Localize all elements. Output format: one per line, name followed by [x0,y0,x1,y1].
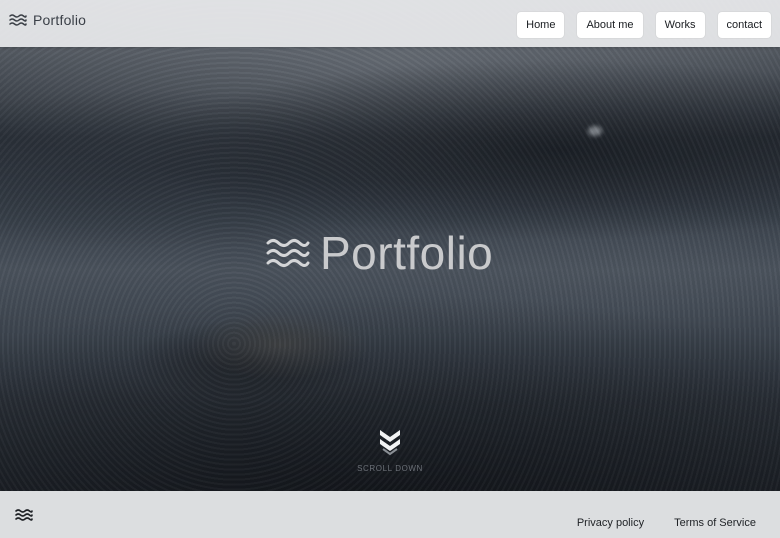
main-nav: Home About me Works contact [517,12,771,38]
waves-icon [266,239,310,267]
footer-links: Privacy policy Terms of Service [577,517,756,529]
footer: Privacy policy Terms of Service [0,491,780,538]
water-glint [588,126,602,136]
nav-home-button[interactable]: Home [517,12,565,38]
hero-title: Portfolio [266,228,493,278]
terms-of-service-link[interactable]: Terms of Service [674,517,756,529]
brand-logo-link[interactable]: Portfolio [9,12,86,28]
scroll-down-label: SCROLL DOWN [357,464,423,473]
scroll-down-button[interactable]: SCROLL DOWN [340,428,440,473]
nav-works-button[interactable]: Works [655,12,705,38]
double-chevron-down-icon [380,430,400,456]
waves-icon[interactable] [15,508,33,522]
top-navigation-bar: Portfolio Home About me Works contact [0,0,780,47]
waves-icon [9,14,27,26]
nav-contact-button[interactable]: contact [717,12,771,38]
brand-name: Portfolio [33,12,87,28]
page: Portfolio Home About me Works contact Po… [0,0,780,538]
nav-about-button[interactable]: About me [577,12,643,38]
hero-title-text: Portfolio [320,227,494,279]
privacy-policy-link[interactable]: Privacy policy [577,517,644,529]
